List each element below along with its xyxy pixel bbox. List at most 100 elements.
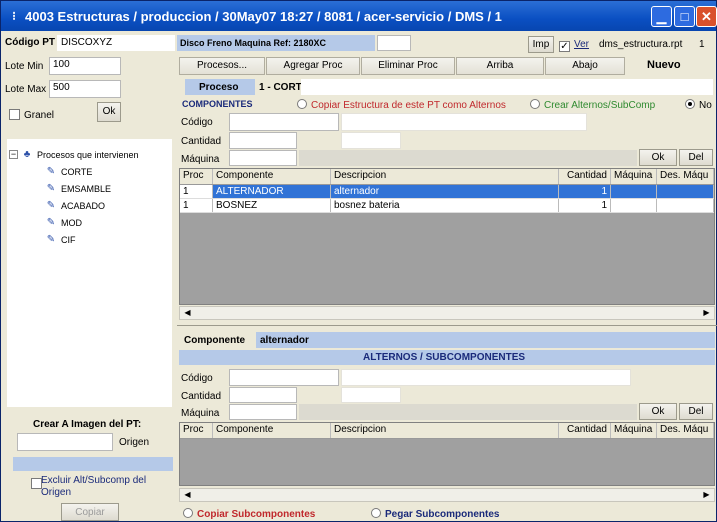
lote-max-field[interactable]: 500 (49, 80, 121, 98)
col-header[interactable]: Cantidad (559, 169, 611, 184)
pegar-subcomponentes-radio[interactable]: Pegar Subcomponentes (371, 508, 499, 520)
wrench-icon: ✎ (46, 200, 56, 211)
title-bar[interactable]: ⁝ 4003 Estructuras / produccion / 30May0… (1, 1, 716, 31)
process-tree: − ♣ Procesos que intervienen ✎ CORTE ✎ EMS… (7, 139, 172, 407)
close-button[interactable]: ✕ (696, 6, 717, 27)
app-icon: ⁝ (12, 9, 16, 23)
granel-check-icon[interactable] (9, 109, 20, 120)
scroll-left-icon[interactable]: ◀ (182, 490, 193, 500)
alternos-ok-button[interactable]: Ok (639, 403, 677, 420)
radio-icon[interactable] (297, 99, 307, 109)
lote-min-label: Lote Min (5, 61, 44, 72)
componentes-del-button[interactable]: Del (679, 149, 713, 166)
col-header[interactable]: Proc (180, 423, 213, 438)
col-header[interactable]: Descripcion (331, 169, 559, 184)
proceso-label: Proceso (199, 82, 239, 93)
granel-checkbox[interactable]: Granel (9, 109, 54, 121)
col-header[interactable]: Descripcion (331, 423, 559, 438)
tree-folder-icon: ♣ (23, 149, 31, 160)
grid2-scrollbar[interactable]: ◀ ▶ (179, 488, 715, 502)
excluir-checkbox[interactable]: Excluir Alt/Subcomp del Origen (31, 475, 161, 499)
procesos-button[interactable]: Procesos... (179, 57, 265, 75)
radio-icon[interactable] (183, 508, 193, 518)
alt-codigo-field[interactable] (229, 369, 339, 386)
cantidad-label: Cantidad (181, 136, 222, 147)
col-header[interactable]: Máquina (611, 169, 657, 184)
alt-cantidad-field[interactable] (229, 387, 297, 403)
col-header[interactable]: Des. Máqu (657, 169, 714, 184)
origen-field[interactable] (17, 433, 113, 451)
imp-button[interactable]: Imp (528, 36, 554, 53)
tree-item-cif[interactable]: ✎ CIF (45, 234, 76, 245)
table-row[interactable]: 1 BOSNEZ bosnez bateria 1 (180, 199, 714, 213)
col-header[interactable]: Proc (180, 169, 213, 184)
abajo-button[interactable]: Abajo (545, 57, 625, 75)
col-header[interactable]: Cantidad (559, 423, 611, 438)
lote-min-field[interactable]: 100 (49, 57, 121, 75)
col-header[interactable]: Máquina (611, 423, 657, 438)
wrench-icon: ✎ (46, 166, 56, 177)
agregar-proc-button[interactable]: Agregar Proc (266, 57, 360, 75)
section-divider (177, 325, 717, 326)
tree-item-acabado[interactable]: ✎ ACABADO (45, 200, 105, 211)
tree-root[interactable]: − ♣ Procesos que intervienen (9, 149, 139, 160)
eliminar-proc-button[interactable]: Eliminar Proc (361, 57, 455, 75)
tree-item-emsamble[interactable]: ✎ EMSAMBLE (45, 183, 111, 194)
table-row[interactable]: 1 ALTERNADOR alternador 1 (180, 185, 714, 199)
nuevo-button[interactable]: Nuevo (647, 59, 681, 71)
excluir-check-icon[interactable] (31, 478, 42, 489)
componentes-label: COMPONENTES (182, 99, 253, 109)
ver-check-icon[interactable]: ✓ (559, 41, 570, 52)
alt-maquina-field[interactable] (229, 404, 297, 420)
pt-extra-field[interactable] (377, 35, 411, 51)
window-title: 4003 Estructuras / produccion / 30May07 … (25, 8, 502, 24)
no-radio[interactable]: No (685, 99, 712, 111)
proceso-desc-field[interactable] (301, 79, 713, 95)
scroll-right-icon[interactable]: ▶ (701, 490, 712, 500)
tree-item-corte[interactable]: ✎ CORTE (45, 166, 93, 177)
rpt-number: 1 (699, 39, 705, 50)
radio-icon[interactable] (371, 508, 381, 518)
pt-description: Disco Freno Maquina Ref: 2180XC (180, 38, 327, 48)
col-header[interactable]: Des. Máqu (657, 423, 714, 438)
alt-cantidad-extra-field (341, 387, 401, 403)
maquina-field[interactable] (229, 150, 297, 166)
col-header[interactable]: Componente (213, 423, 331, 438)
scroll-right-icon[interactable]: ▶ (701, 308, 712, 318)
scroll-left-icon[interactable]: ◀ (182, 308, 193, 318)
grid-header: Proc Componente Descripcion Cantidad Máq… (180, 423, 714, 439)
codigo-pt-label: Código PT (5, 37, 55, 48)
codigo-desc-field (341, 113, 587, 131)
tree-item-mod[interactable]: ✎ MOD (45, 217, 82, 228)
codigo-pt-field[interactable]: DISCOXYZ (57, 35, 175, 51)
col-header[interactable]: Componente (213, 169, 331, 184)
crear-alternos-radio[interactable]: Crear Alternos/SubComp (530, 99, 655, 111)
main-window: ⁝ 4003 Estructuras / produccion / 30May0… (0, 0, 717, 522)
lote-ok-button[interactable]: Ok (97, 102, 121, 122)
codigo-field[interactable] (229, 113, 339, 131)
ver-checkbox[interactable]: ✓ Ver (559, 39, 589, 52)
alt-cantidad-label: Cantidad (181, 391, 222, 402)
alternos-title: ALTERNOS / SUBCOMPONENTES (363, 352, 526, 363)
alt-maquina-label: Máquina (181, 408, 220, 419)
alternos-del-button[interactable]: Del (679, 403, 713, 420)
crear-imagen-label: Crear A Imagen del PT: (33, 419, 142, 430)
collapse-icon[interactable]: − (9, 150, 18, 159)
arriba-button[interactable]: Arriba (456, 57, 544, 75)
componentes-ok-button[interactable]: Ok (639, 149, 677, 166)
componente-value-bar (256, 332, 715, 348)
rpt-filename: dms_estructura.rpt (599, 39, 683, 50)
copiar-subcomponentes-radio[interactable]: Copiar Subcomponentes (183, 508, 315, 520)
codigo-label: Código (181, 117, 213, 128)
cantidad-field[interactable] (229, 132, 297, 149)
grid1-scrollbar[interactable]: ◀ ▶ (179, 306, 715, 320)
copiar-button[interactable]: Copiar (61, 503, 119, 521)
maximize-button[interactable]: □ (674, 6, 695, 27)
origen-desc-bar (13, 457, 173, 471)
alt-codigo-label: Código (181, 373, 213, 384)
radio-selected-icon[interactable] (685, 99, 695, 109)
copiar-estructura-radio[interactable]: Copiar Estructura de este PT como Altern… (297, 99, 506, 111)
minimize-button[interactable]: ▁ (651, 6, 672, 27)
radio-icon[interactable] (530, 99, 540, 109)
maquina-label: Máquina (181, 154, 220, 165)
